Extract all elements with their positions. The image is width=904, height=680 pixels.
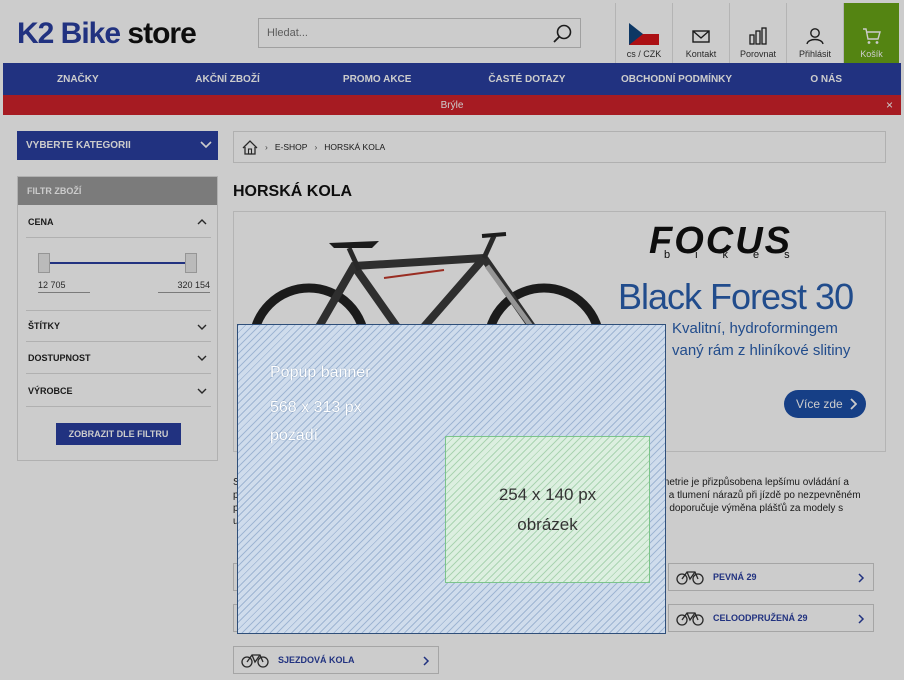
popup-size: 568 x 313 px [270, 399, 362, 416]
popup-banner[interactable]: Popup banner 568 x 313 px pozadí 254 x 1… [237, 324, 666, 634]
popup-image-placeholder[interactable]: 254 x 140 px obrázek [445, 436, 650, 583]
popup-title: Popup banner [270, 364, 371, 381]
popup-background-label: pozadí [270, 427, 319, 444]
popup-image-label: obrázek [517, 515, 578, 534]
popup-image-size: 254 x 140 px [498, 485, 597, 504]
